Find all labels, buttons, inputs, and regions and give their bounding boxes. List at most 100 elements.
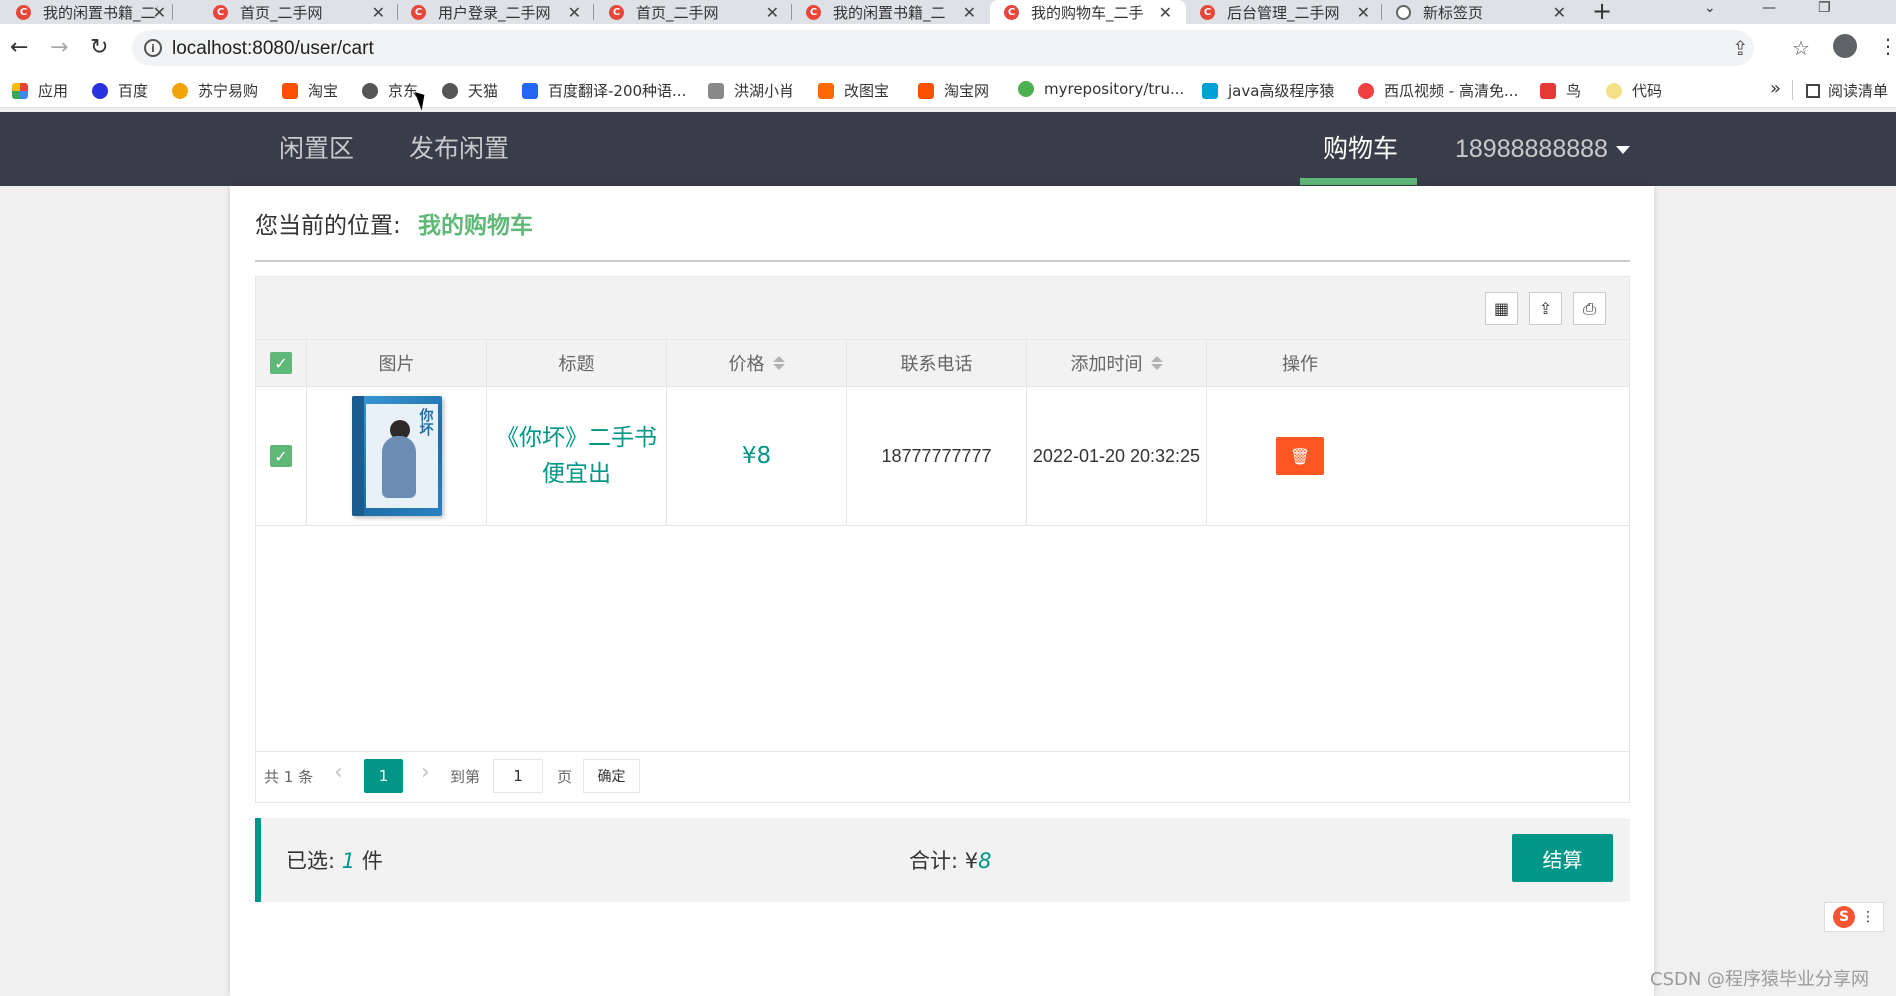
delete-trash-icon[interactable]: 🗑 — [1276, 437, 1324, 475]
row-price-cell: ¥8 — [667, 387, 847, 525]
header-phone: 联系电话 — [847, 340, 1027, 386]
pager-goto-input[interactable]: 1 — [493, 759, 543, 793]
browser-tab-active[interactable]: C 我的购物车_二手 ✕ — [990, 0, 1186, 24]
bookmark-item[interactable]: 百度 — [92, 80, 148, 101]
row-title-cell[interactable]: 《你坏》二手书 便宜出 — [487, 387, 667, 525]
close-icon[interactable]: ✕ — [1553, 3, 1566, 22]
tab-search-chevron-icon[interactable]: ⌄ — [1704, 0, 1716, 16]
baidu-paw-icon — [92, 82, 108, 99]
item-title[interactable]: 《你坏》二手书 — [496, 420, 657, 456]
columns-filter-icon[interactable]: ▦ — [1485, 292, 1518, 325]
close-icon[interactable]: ✕ — [568, 3, 581, 22]
browser-tab[interactable]: C 后台管理_二手网 ✕ — [1200, 0, 1370, 24]
browser-tab[interactable]: C 我的闲置书籍_二 ✕ — [806, 0, 976, 24]
new-tab-plus-icon[interactable]: + — [1592, 0, 1612, 25]
book-cover-image[interactable]: 你坏 — [351, 396, 442, 516]
share-icon[interactable]: ⇪ — [1732, 36, 1749, 60]
bookmark-item[interactable]: myrepository/tru... — [1018, 80, 1184, 98]
bookmark-item[interactable]: 鸟 — [1540, 80, 1581, 101]
checkbox-checked-icon[interactable]: ✓ — [270, 352, 292, 374]
maximize-icon[interactable]: ❐ — [1818, 0, 1831, 16]
nav-idle-zone[interactable]: 闲置区 — [279, 112, 354, 186]
next-page-icon[interactable]: › — [421, 760, 430, 785]
minimize-icon[interactable]: — — [1762, 0, 1776, 16]
bookmark-item[interactable]: java高级程序猿 — [1202, 80, 1334, 101]
bookmark-item[interactable]: 京东 — [362, 80, 418, 101]
browser-tab[interactable]: C 首页_二手网 ✕ — [213, 0, 385, 24]
address-bar[interactable]: i localhost:8080/user/cart ⇪ ☆ — [132, 30, 1810, 66]
item-title-cont[interactable]: 便宜出 — [542, 456, 611, 492]
browser-menu-icon[interactable]: ⋮ — [1878, 34, 1896, 58]
bookmark-item[interactable]: 淘宝网 — [918, 80, 989, 101]
header-price[interactable]: 价格 — [667, 340, 847, 386]
url-text[interactable]: localhost:8080/user/cart — [172, 38, 374, 60]
bookmark-label: 淘宝 — [308, 82, 339, 100]
apps-grid-icon — [12, 82, 28, 99]
header-image: 图片 — [307, 340, 487, 386]
reload-icon[interactable]: ↻ — [90, 36, 108, 60]
nav-cart[interactable]: 购物车 — [1323, 112, 1398, 186]
bookmark-apps[interactable]: 应用 — [12, 80, 68, 101]
ime-widget[interactable]: S ⋮ — [1824, 902, 1884, 932]
bookmarks-overflow-icon[interactable]: » — [1770, 78, 1781, 99]
bookmark-label: 苏宁易购 — [198, 82, 259, 100]
pager-goto-label: 到第 — [450, 768, 481, 786]
sort-icon[interactable] — [772, 356, 785, 370]
selected-summary: 已选: 1 件 — [286, 845, 383, 875]
forward-arrow-icon[interactable]: → — [50, 36, 68, 60]
ime-menu-icon[interactable]: ⋮ — [1861, 909, 1875, 925]
sogou-ime-icon: S — [1833, 906, 1855, 928]
header-price-label: 价格 — [728, 354, 765, 375]
close-icon[interactable]: ✕ — [963, 3, 976, 22]
chrome-icon — [1018, 81, 1034, 97]
close-icon[interactable]: ✕ — [372, 3, 385, 22]
browser-tab[interactable]: C 我的闲置书籍_二手 ✕ — [16, 0, 166, 24]
feather-icon — [708, 82, 724, 99]
checkout-button[interactable]: 结算 — [1512, 834, 1613, 882]
profile-avatar-icon[interactable] — [1833, 34, 1857, 58]
pagination: 共 1 条 ‹ 1 › 到第 1 页 确定 — [256, 751, 1629, 802]
header-select-all[interactable]: ✓ — [256, 340, 307, 386]
prev-page-icon[interactable]: ‹ — [334, 760, 343, 785]
bookmark-label: 改图宝 — [844, 82, 890, 100]
header-time[interactable]: 添加时间 — [1027, 340, 1207, 386]
print-icon[interactable]: ⎙ — [1573, 292, 1606, 325]
browser-tab[interactable]: C 用户登录_二手网 ✕ — [411, 0, 581, 24]
close-icon[interactable]: ✕ — [1357, 3, 1370, 22]
export-icon[interactable]: ⇪ — [1529, 292, 1562, 325]
bookmark-item[interactable]: 代码 — [1606, 80, 1662, 101]
bookmark-item[interactable]: 改图宝 — [818, 80, 889, 101]
tab-title: 我的购物车_二手 — [1031, 3, 1144, 22]
bookmark-item[interactable]: 百度翻译-200种语... — [522, 80, 686, 101]
bookmark-item[interactable]: 苏宁易购 — [172, 80, 258, 101]
pager-current-page[interactable]: 1 — [364, 759, 403, 793]
star-bookmark-icon[interactable]: ☆ — [1792, 36, 1810, 60]
bookmark-label: 代码 — [1632, 82, 1663, 100]
total-summary: 合计: ¥8 — [909, 845, 992, 875]
pager-confirm-button[interactable]: 确定 — [583, 759, 640, 793]
close-icon[interactable]: ✕ — [766, 3, 779, 22]
back-arrow-icon[interactable]: ← — [10, 36, 28, 60]
nav-publish-idle[interactable]: 发布闲置 — [409, 112, 509, 186]
sort-icon[interactable] — [1150, 356, 1163, 370]
browser-tabstrip: C 我的闲置书籍_二手 ✕ C 首页_二手网 ✕ C 用户登录_二手网 ✕ C … — [0, 0, 1896, 25]
bookmark-item[interactable]: 淘宝 — [282, 80, 338, 101]
close-icon[interactable]: ✕ — [153, 3, 166, 22]
browser-tab[interactable]: 新标签页 ✕ — [1396, 0, 1566, 24]
row-select[interactable]: ✓ — [256, 387, 307, 525]
browser-tab[interactable]: C 首页_二手网 ✕ — [609, 0, 779, 24]
bilibili-tv-icon — [1202, 82, 1218, 99]
item-phone: 18777777777 — [847, 387, 1027, 525]
globe-icon — [442, 82, 458, 99]
site-info-icon[interactable]: i — [144, 39, 162, 57]
bookmark-item[interactable]: 洪湖小肖 — [708, 80, 794, 101]
bookmark-item[interactable]: 西瓜视频 - 高清免... — [1358, 80, 1518, 101]
close-icon[interactable]: ✕ — [1159, 3, 1172, 22]
site-favicon-icon: C — [411, 4, 426, 20]
row-image-cell: 你坏 — [307, 387, 487, 525]
checkbox-checked-icon[interactable]: ✓ — [270, 445, 292, 467]
app-navbar: 闲置区 发布闲置 购物车 18988888888 — [0, 112, 1896, 186]
nav-user-menu[interactable]: 18988888888 — [1455, 112, 1630, 186]
reading-list[interactable]: 阅读清单 — [1806, 80, 1888, 101]
bookmark-item[interactable]: 天猫 — [442, 80, 498, 101]
